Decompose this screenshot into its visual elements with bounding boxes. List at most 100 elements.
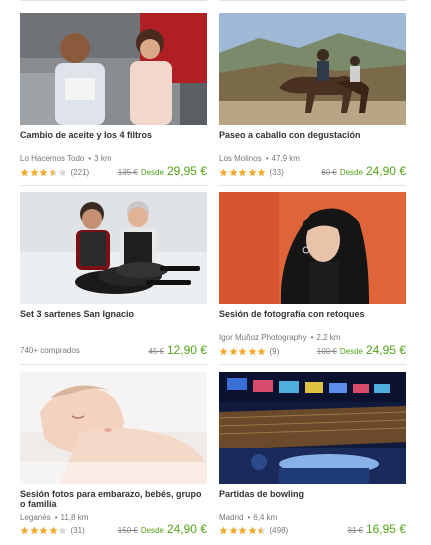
old-price: 31 € <box>347 526 363 535</box>
old-price: 100 € <box>316 347 337 356</box>
star-icon <box>228 525 238 534</box>
frying-pans-photo-art <box>20 192 207 304</box>
portrait-photo-art <box>219 192 406 304</box>
frying-pans-photo[interactable] <box>20 192 207 304</box>
portrait-photo[interactable] <box>219 192 406 304</box>
merchant-info: Madrid • 6,4 km <box>219 513 278 522</box>
rating: (498) <box>219 525 288 535</box>
deal-title[interactable]: Sesión fotos para embarazo, bebés, grupo… <box>20 489 207 509</box>
review-count: (498) <box>269 525 289 535</box>
star-rating <box>219 167 267 177</box>
deal-price: 24,90 € <box>166 522 207 536</box>
star-rating <box>20 167 68 177</box>
review-count: (9) <box>269 346 280 356</box>
star-icon <box>20 167 29 176</box>
bowling-alley-photo[interactable] <box>219 372 406 484</box>
merchant-info: Leganés • 11,8 km <box>20 513 89 522</box>
star-icon <box>247 167 257 176</box>
distance: 6,4 km <box>253 513 278 522</box>
merchant-name: Lo Hacemos Todo <box>20 154 85 163</box>
price-block: 60 € Desde 24,90 € <box>321 164 406 178</box>
star-icon <box>219 346 228 355</box>
deal-title[interactable]: Partidas de bowling <box>219 489 406 499</box>
mechanic-photo[interactable] <box>20 13 207 125</box>
star-icon <box>219 525 228 534</box>
distance: 47,9 km <box>271 154 300 163</box>
star-icon <box>29 167 39 176</box>
star-icon <box>247 525 257 534</box>
deal-price: 24,95 € <box>365 343 406 357</box>
sleeping-baby-photo-art <box>20 372 207 484</box>
desde-label: Desde <box>140 168 164 177</box>
star-icon <box>58 525 67 534</box>
deal-card-bowling[interactable]: Partidas de bowling Madrid • 6,4 km (498) … <box>219 372 406 545</box>
distance: 11,8 km <box>60 513 89 522</box>
star-icon <box>238 167 247 176</box>
star-icon <box>247 346 257 355</box>
merchant-info: Igor Muñoz Photography • 2,2 km <box>219 333 341 342</box>
rating: (33) <box>219 167 284 177</box>
star-icon <box>228 346 238 355</box>
desde-label: Desde <box>339 347 363 356</box>
bowling-alley-photo-art <box>219 372 406 484</box>
rating: (31) <box>20 525 85 535</box>
sleeping-baby-photo[interactable] <box>20 372 207 484</box>
star-icon <box>48 167 58 176</box>
star-icon <box>58 167 67 176</box>
old-price: 60 € <box>321 168 337 177</box>
horse-riding-photo[interactable] <box>219 13 406 125</box>
deal-price: 12,90 € <box>166 343 207 357</box>
price-block: 100 € Desde 24,95 € <box>317 343 406 357</box>
star-icon <box>238 525 247 534</box>
merchant-info: Los Molinos • 47,9 km <box>219 154 300 163</box>
star-rating <box>20 525 68 535</box>
row-divider <box>20 364 207 365</box>
old-price: 150 € <box>117 526 138 535</box>
desde-label: Desde <box>339 168 363 177</box>
star-icon <box>29 525 39 534</box>
star-icon <box>20 525 29 534</box>
row-divider <box>219 185 406 186</box>
deal-card-horse-riding[interactable]: Paseo a caballo con degustación Los Moli… <box>219 13 406 188</box>
merchant-info: Lo Hacemos Todo • 3 km <box>20 154 112 163</box>
price-block: 45 €12,90 € <box>148 343 207 357</box>
mechanic-photo-art <box>20 13 207 125</box>
review-count: (31) <box>70 525 85 535</box>
merchant-name: Los Molinos <box>219 154 262 163</box>
star-icon <box>257 525 266 534</box>
merchant-name: Igor Muñoz Photography <box>219 333 307 342</box>
star-rating <box>219 525 267 535</box>
deal-card-photo-session[interactable]: Sesión de fotografía con retoques Igor M… <box>219 192 406 367</box>
star-icon <box>219 167 228 176</box>
star-icon <box>39 525 48 534</box>
row-divider <box>219 364 406 365</box>
top-divider-right <box>219 0 406 1</box>
deal-card-frying-pans[interactable]: Set 3 sartenes San Ignacio 740+ comprado… <box>20 192 207 367</box>
deal-title[interactable]: Sesión de fotografía con retoques <box>219 309 406 319</box>
merchant-name: Madrid <box>219 513 244 522</box>
review-count: (221) <box>70 167 90 177</box>
deal-price: 16,95 € <box>365 522 406 536</box>
distance: 2,2 km <box>316 333 341 342</box>
star-icon <box>39 167 48 176</box>
deal-price: 29,95 € <box>166 164 207 178</box>
deal-title[interactable]: Cambio de aceite y los 4 filtros <box>20 130 207 140</box>
star-icon <box>257 346 266 355</box>
rating: (9) <box>219 346 279 356</box>
deal-card-oil-change[interactable]: Cambio de aceite y los 4 filtros Lo Hace… <box>20 13 207 188</box>
deal-title[interactable]: Set 3 sartenes San Ignacio <box>20 309 207 319</box>
desde-label: Desde <box>140 526 164 535</box>
rating: (221) <box>20 167 89 177</box>
star-rating <box>219 346 267 356</box>
review-count: (33) <box>269 167 284 177</box>
star-icon <box>238 346 247 355</box>
merchant-name: Leganés <box>20 513 51 522</box>
price-block: 135 € Desde 29,95 € <box>118 164 207 178</box>
star-icon <box>257 167 266 176</box>
price-block: 150 € Desde 24,90 € <box>118 522 207 536</box>
sold-count: 740+ comprados <box>20 346 80 355</box>
deal-title[interactable]: Paseo a caballo con degustación <box>219 130 406 140</box>
deal-card-pregnancy-photos[interactable]: Sesión fotos para embarazo, bebés, grupo… <box>20 372 207 545</box>
distance: 3 km <box>94 154 112 163</box>
horse-riding-photo-art <box>219 13 406 125</box>
